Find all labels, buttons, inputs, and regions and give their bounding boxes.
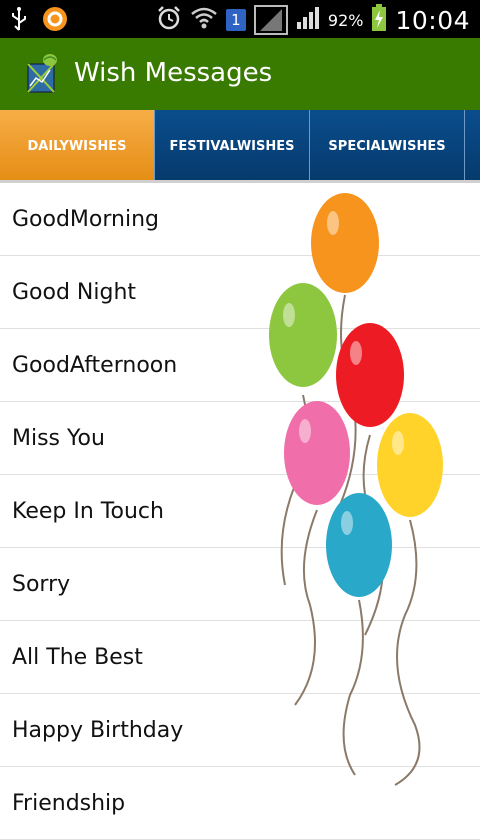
list-item[interactable]: Friendship — [0, 767, 480, 840]
list-item-label: Miss You — [12, 425, 105, 451]
wish-category-list: GoodMorning Good Night GoodAfternoon Mis… — [0, 183, 480, 840]
status-bar: 1 92% 10:04 — [0, 0, 480, 38]
app-circle-icon — [42, 6, 68, 36]
tab-special-wishes[interactable]: SPECIALWISHES — [310, 110, 465, 182]
tab-overflow[interactable] — [465, 110, 480, 182]
action-bar: Wish Messages — [0, 38, 480, 110]
tab-daily-wishes[interactable]: DAILYWISHES — [0, 110, 155, 182]
signal-box-icon — [253, 5, 288, 35]
battery-charging-icon — [371, 4, 387, 36]
list-item[interactable]: Miss You — [0, 402, 480, 475]
list-item[interactable]: GoodMorning — [0, 183, 480, 256]
list-item-label: Good Night — [12, 279, 137, 305]
list-item[interactable]: Sorry — [0, 548, 480, 621]
list-item[interactable]: All The Best — [0, 621, 480, 694]
tab-bar: DAILYWISHES FESTIVALWISHES SPECIALWISHES — [0, 110, 480, 182]
tab-festival-wishes[interactable]: FESTIVALWISHES — [155, 110, 310, 182]
clock: 10:04 — [395, 5, 470, 35]
tab-label: DAILYWISHES — [27, 138, 127, 154]
wifi-icon — [190, 6, 218, 34]
usb-icon — [10, 6, 28, 36]
list-item[interactable]: GoodAfternoon — [0, 329, 480, 402]
list-item[interactable]: Happy Birthday — [0, 694, 480, 767]
app-logo-icon[interactable] — [24, 52, 60, 96]
page-title: Wish Messages — [74, 58, 273, 88]
sim-badge-icon: 1 — [225, 9, 246, 31]
list-item-label: Happy Birthday — [12, 717, 184, 743]
list-item-label: Sorry — [12, 571, 71, 597]
battery-percent: 92% — [327, 10, 364, 30]
list-item-label: GoodAfternoon — [12, 352, 178, 378]
tab-label: SPECIALWISHES — [328, 138, 446, 154]
list-item-label: Keep In Touch — [12, 498, 164, 524]
list-item[interactable]: Good Night — [0, 256, 480, 329]
alarm-icon — [156, 5, 182, 35]
signal-bars-icon — [296, 6, 320, 34]
list-item-label: All The Best — [12, 644, 143, 670]
list-item[interactable]: Keep In Touch — [0, 475, 480, 548]
tab-label: FESTIVALWISHES — [169, 138, 295, 154]
list-item-label: GoodMorning — [12, 206, 159, 232]
list-item-label: Friendship — [12, 790, 126, 816]
